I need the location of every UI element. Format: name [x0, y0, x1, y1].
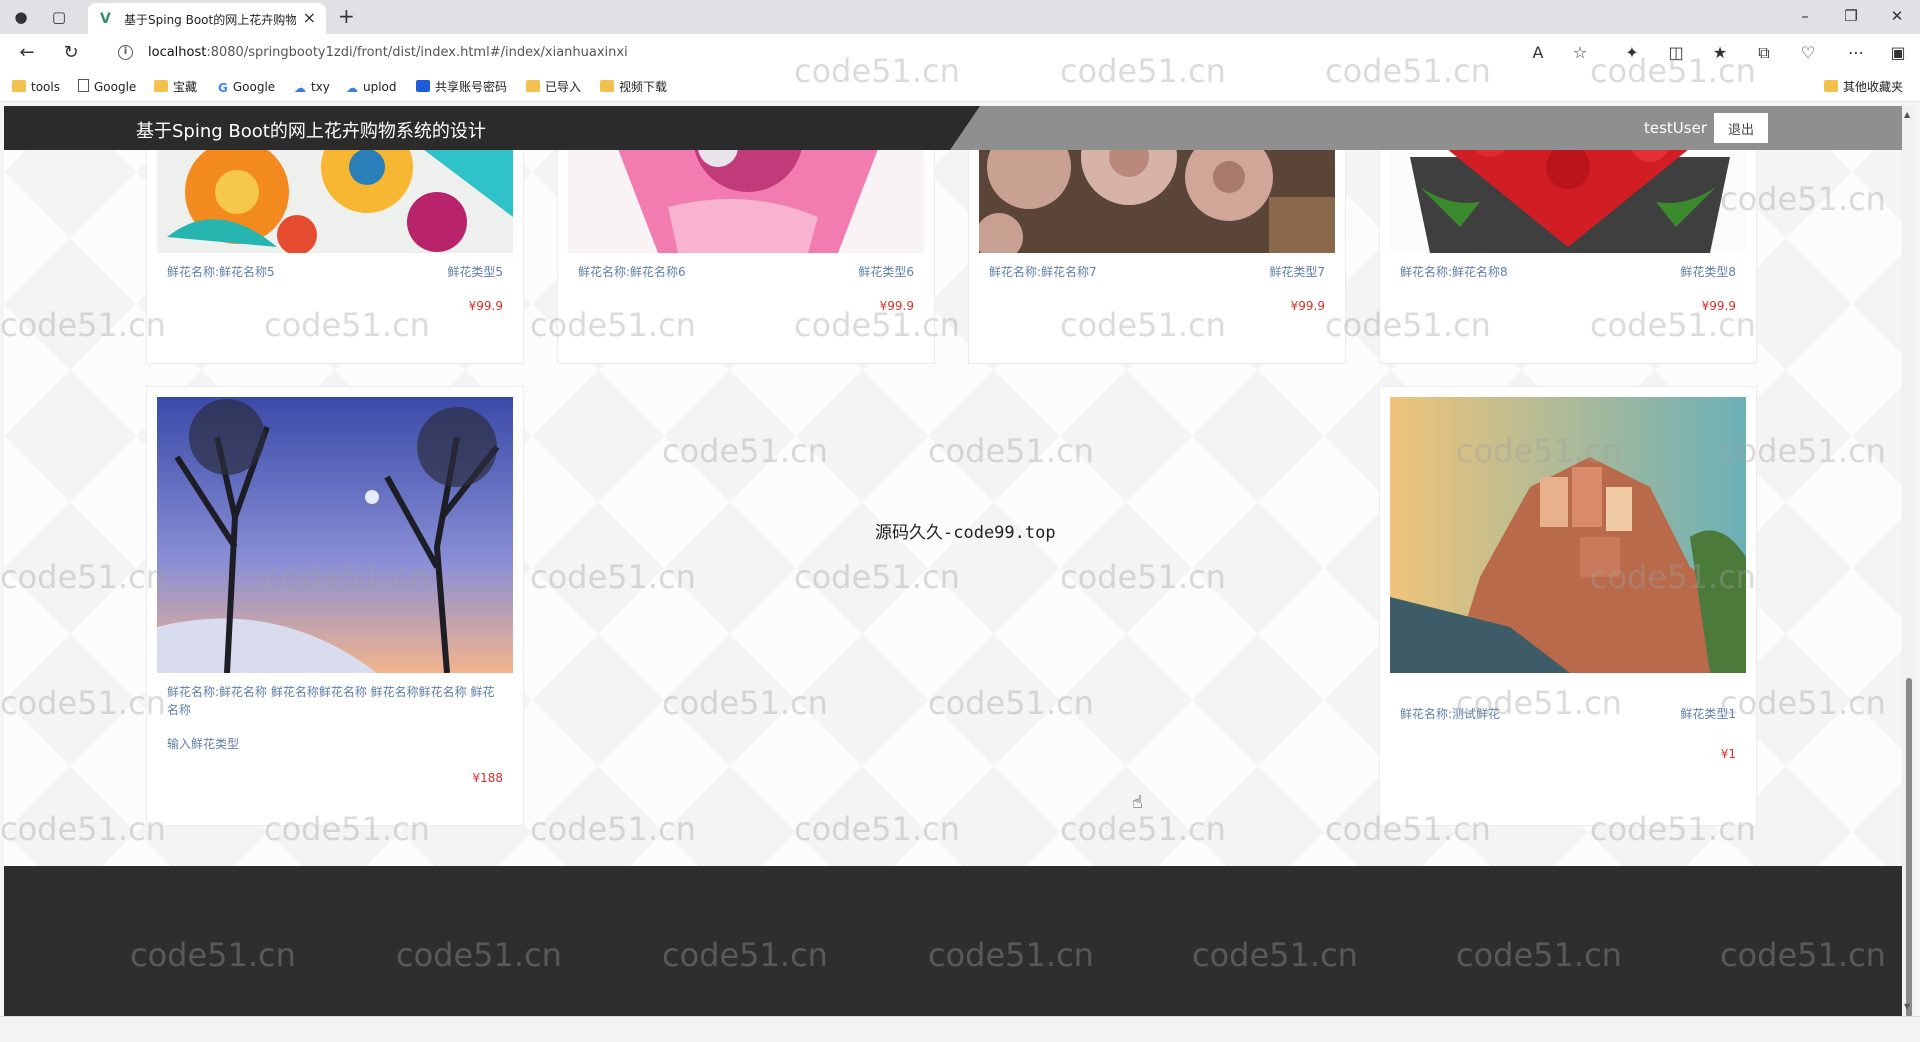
browser-tab-bar: ● ▢ V 基于Sping Boot的网上花卉购物 × + – ❐ ✕ — [0, 0, 1920, 34]
folder-icon — [12, 80, 26, 92]
site-footer — [4, 866, 1902, 1016]
product-type: 鲜花类型8 — [1680, 265, 1736, 279]
sidebar-icon[interactable]: ▣ — [1886, 43, 1910, 63]
scroll-up-icon[interactable]: ▲ — [1904, 110, 1910, 119]
google-icon: G — [218, 81, 228, 95]
product-price: ¥99.9 — [879, 299, 914, 313]
cloud-icon: ☁ — [346, 81, 358, 95]
bookmarks-bar: tools Google 宝藏 G Google ☁ txy ☁ uplod 共享账号… — [0, 72, 1920, 102]
product-image-winter-trees[interactable] — [157, 397, 513, 673]
collections-icon[interactable]: ⧉ — [1752, 43, 1776, 63]
product-type: 鲜花类型1 — [1680, 707, 1736, 721]
bookmark-baozang[interactable]: 宝藏 — [154, 78, 197, 96]
close-window-icon[interactable]: ✕ — [1882, 6, 1912, 26]
product-card[interactable]: 鲜花名称:测试鲜花 鲜花类型1 ¥1 — [1379, 386, 1757, 826]
tab-title: 基于Sping Boot的网上花卉购物 — [124, 13, 296, 27]
new-tab-icon[interactable]: + — [338, 6, 355, 26]
product-price: ¥1 — [1720, 747, 1736, 761]
product-name: 鲜花名称:鲜花名称8 — [1400, 265, 1508, 279]
bookmark-tools[interactable]: tools — [12, 78, 60, 96]
bookmark-google[interactable]: Google — [78, 78, 136, 96]
product-price: ¥99.9 — [1701, 299, 1736, 313]
bookmark-google-2[interactable]: G Google — [218, 78, 275, 96]
address-bar-row: ← ↻ i localhost:8080/springbooty1zdi/fro… — [0, 34, 1920, 72]
tab-actions-icon[interactable]: ▢ — [48, 7, 70, 27]
page-viewport: 基于Sping Boot的网上花卉购物系统的设计 testUser 退出 鲜花名… — [4, 106, 1902, 1016]
folder-icon — [1824, 80, 1838, 92]
site-header: 基于Sping Boot的网上花卉购物系统的设计 testUser 退出 — [4, 106, 1902, 150]
site-title: 基于Sping Boot的网上花卉购物系统的设计 — [136, 121, 486, 142]
bookmark-imported[interactable]: 已导入 — [526, 78, 581, 96]
bookmark-shared-accounts[interactable]: 共享账号密码 — [416, 78, 507, 96]
folder-icon — [526, 80, 540, 92]
url-text[interactable]: localhost:8080/springbooty1zdi/front/dis… — [148, 45, 628, 60]
browser-essentials-icon[interactable]: ♡ — [1796, 43, 1820, 63]
product-type: 鲜花类型5 — [447, 265, 503, 279]
product-name: 鲜花名称:鲜花名称6 — [578, 265, 686, 279]
read-aloud-icon[interactable]: A — [1526, 43, 1550, 63]
more-menu-icon[interactable]: ⋯ — [1844, 43, 1868, 63]
product-price: ¥99.9 — [468, 299, 503, 313]
product-name: 鲜花名称:鲜花名称 鲜花名称鲜花名称 鲜花名称鲜花名称 鲜花名称 — [167, 685, 495, 717]
product-type: 输入鲜花类型 — [167, 737, 240, 751]
product-card[interactable]: 鲜花名称:鲜花名称 鲜花名称鲜花名称 鲜花名称鲜花名称 鲜花名称 输入鲜花类型 … — [146, 386, 524, 826]
page-scrollbar[interactable]: ▲ ▼ — [1902, 106, 1916, 1018]
close-tab-icon[interactable]: × — [303, 9, 316, 27]
bookmark-txy[interactable]: ☁ txy — [294, 78, 330, 96]
product-type: 鲜花类型7 — [1269, 265, 1325, 279]
folder-icon — [600, 80, 614, 92]
restore-icon[interactable]: ❐ — [1836, 6, 1866, 26]
product-price: ¥188 — [472, 771, 503, 785]
hand-cursor-icon: ☝ — [1132, 792, 1143, 813]
folder-icon — [154, 80, 168, 92]
logout-button[interactable]: 退出 — [1714, 113, 1768, 143]
profile-icon[interactable]: ● — [10, 7, 32, 27]
source-note: 源码久久-code99.top — [875, 523, 1056, 543]
back-icon[interactable]: ← — [14, 42, 40, 64]
product-name: 鲜花名称:鲜花名称5 — [167, 265, 275, 279]
product-image-coastal-village[interactable] — [1390, 397, 1746, 673]
current-user: testUser — [1644, 119, 1707, 137]
favorite-star-icon[interactable]: ☆ — [1568, 43, 1592, 63]
product-name: 鲜花名称:鲜花名称7 — [989, 265, 1097, 279]
split-screen-icon[interactable]: ◫ — [1664, 43, 1688, 63]
bookmark-video-download[interactable]: 视频下载 — [600, 78, 667, 96]
bookmark-app-icon — [416, 80, 430, 92]
bookmark-uplod[interactable]: ☁ uplod — [346, 78, 397, 96]
scroll-thumb[interactable] — [1906, 678, 1912, 1018]
extensions-icon[interactable]: ✦ — [1620, 43, 1644, 63]
favorites-icon[interactable]: ★ — [1708, 43, 1732, 63]
browser-tab[interactable]: V 基于Sping Boot的网上花卉购物 × — [88, 3, 326, 34]
bottom-strip — [0, 1016, 1920, 1042]
minimize-icon[interactable]: – — [1790, 6, 1820, 26]
cloud-icon: ☁ — [294, 81, 306, 95]
url-field[interactable]: i localhost:8080/springbooty1zdi/front/d… — [108, 39, 1638, 67]
product-type: 鲜花类型6 — [858, 265, 914, 279]
product-name: 鲜花名称:测试鲜花 — [1400, 707, 1501, 721]
page-icon — [78, 79, 89, 92]
scroll-down-icon[interactable]: ▼ — [1904, 1002, 1910, 1011]
bookmark-other-favorites[interactable]: 其他收藏夹 — [1824, 78, 1903, 96]
product-price: ¥99.9 — [1290, 299, 1325, 313]
site-info-icon[interactable]: i — [118, 45, 133, 60]
vue-logo-icon: V — [100, 11, 111, 27]
refresh-icon[interactable]: ↻ — [58, 42, 84, 64]
